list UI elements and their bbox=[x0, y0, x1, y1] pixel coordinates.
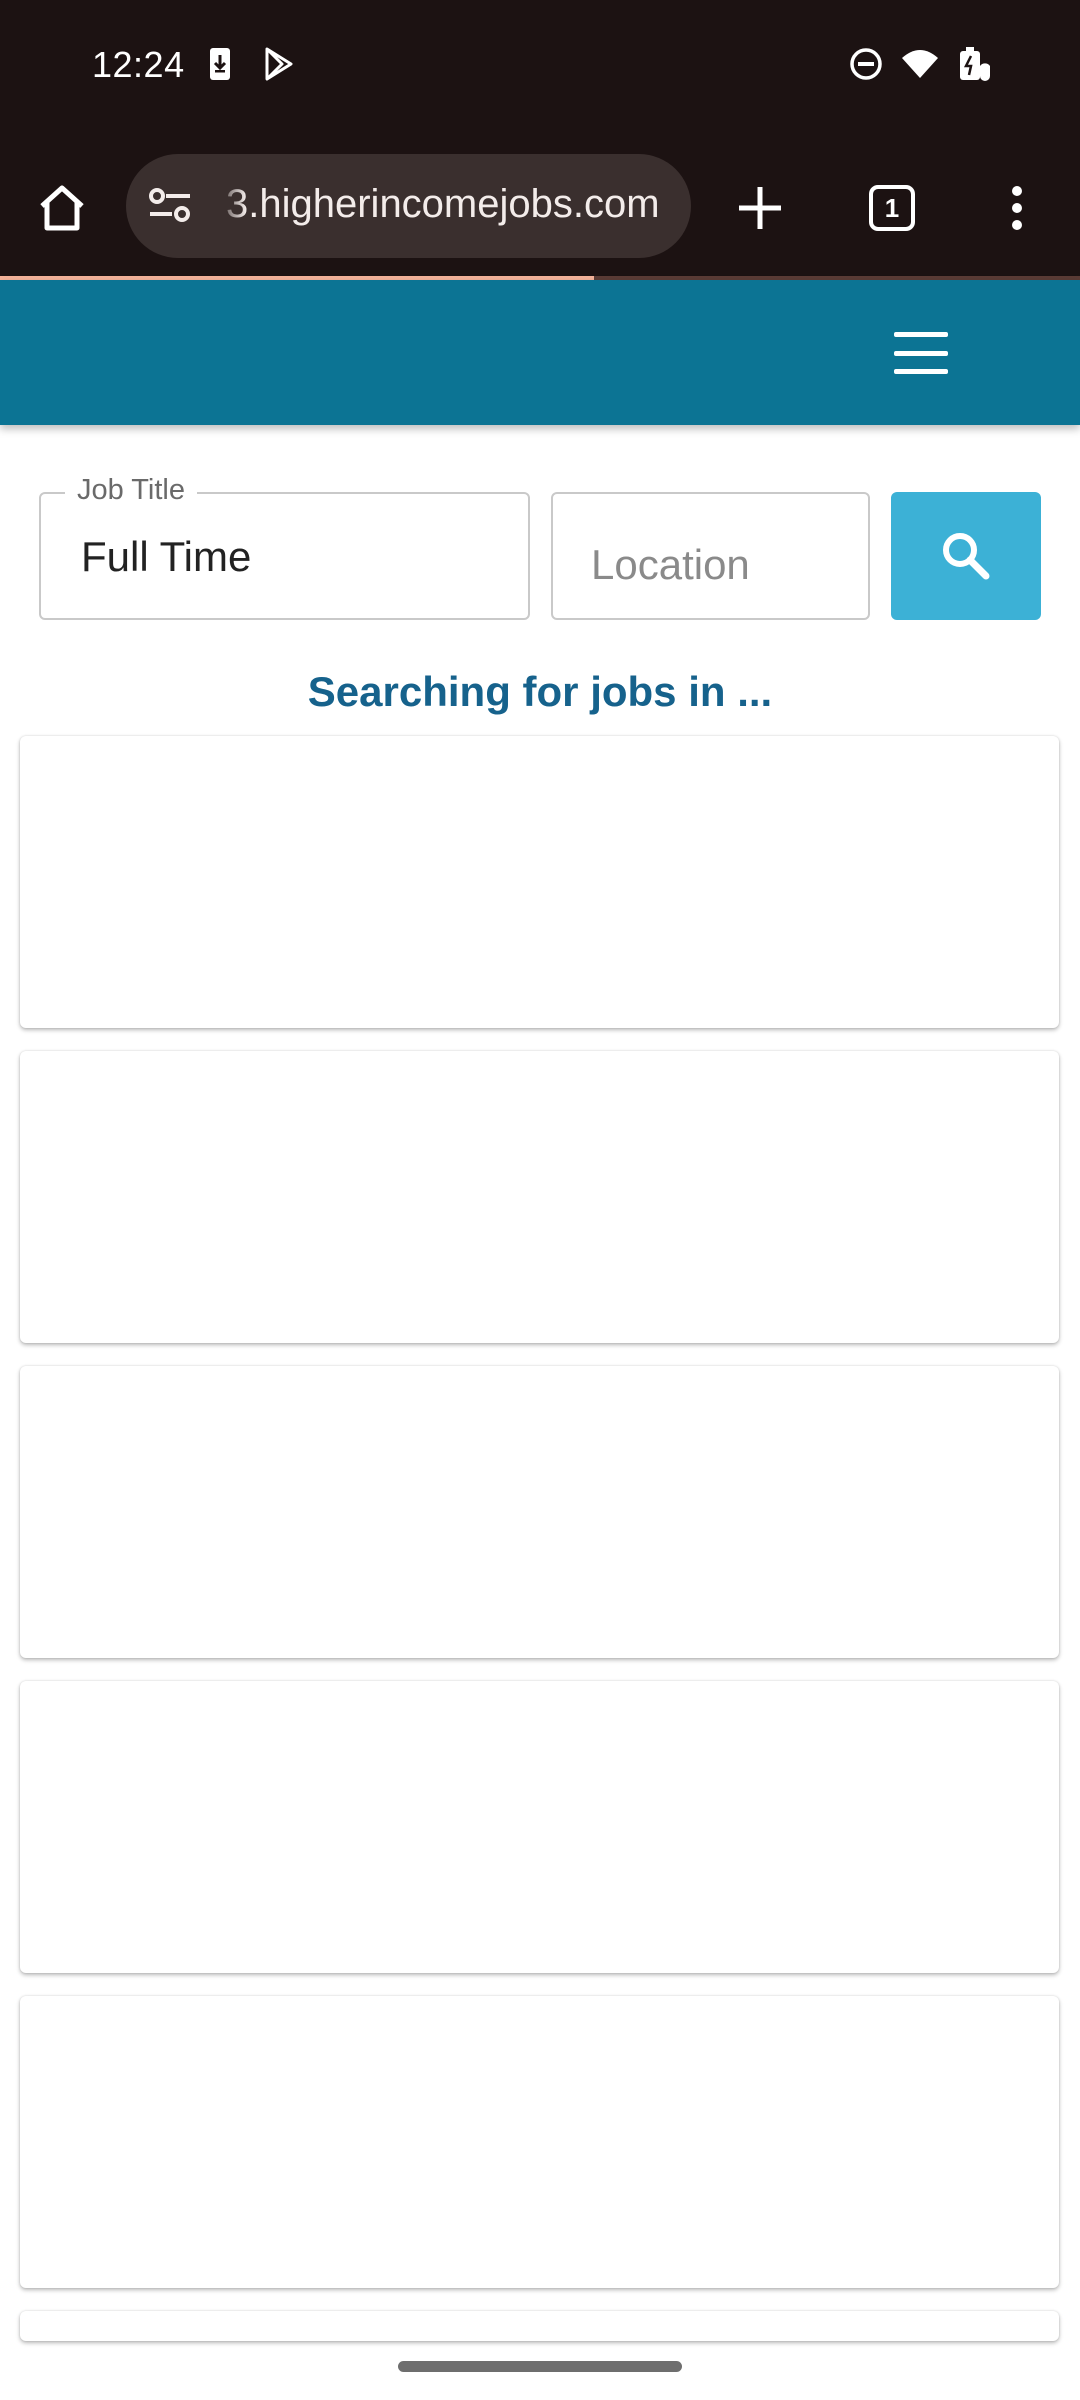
location-field[interactable] bbox=[551, 492, 870, 620]
download-phone-icon bbox=[210, 48, 230, 80]
menu-button[interactable] bbox=[886, 326, 956, 380]
job-title-input[interactable] bbox=[79, 532, 499, 582]
status-bar: 12:24 bbox=[0, 0, 1080, 138]
more-vert-icon bbox=[1012, 186, 1022, 230]
job-result-card[interactable] bbox=[20, 2311, 1059, 2341]
tab-count: 1 bbox=[869, 185, 915, 231]
play-store-icon bbox=[265, 47, 293, 81]
home-icon bbox=[40, 185, 84, 231]
new-tab-button[interactable] bbox=[720, 168, 800, 248]
job-result-card[interactable] bbox=[20, 1366, 1059, 1658]
search-icon bbox=[943, 533, 990, 580]
address-bar[interactable]: 3.higherincomejobs.com bbox=[126, 154, 691, 258]
browser-menu-button[interactable] bbox=[977, 168, 1057, 248]
job-title-field[interactable]: Job Title bbox=[39, 474, 530, 620]
hamburger-line bbox=[894, 332, 948, 337]
home-button[interactable] bbox=[22, 168, 102, 248]
status-time: 12:24 bbox=[92, 44, 185, 85]
job-result-card[interactable] bbox=[20, 736, 1059, 1028]
battery-icon bbox=[960, 47, 990, 81]
search-button[interactable] bbox=[891, 492, 1041, 620]
hamburger-line bbox=[894, 369, 948, 374]
browser-toolbar: 3.higherincomejobs.com 1 bbox=[0, 138, 1080, 278]
plus-icon bbox=[739, 187, 781, 229]
search-status-text: Searching for jobs in ... bbox=[307, 668, 773, 715]
hamburger-line bbox=[894, 350, 948, 356]
tab-switcher-button[interactable]: 1 bbox=[852, 168, 932, 248]
location-input[interactable] bbox=[589, 540, 849, 590]
site-settings-icon[interactable] bbox=[146, 182, 194, 230]
gesture-navigation-bar[interactable] bbox=[398, 2361, 682, 2372]
job-result-card[interactable] bbox=[20, 1051, 1059, 1343]
url-text: 3.higherincomejobs.com bbox=[226, 182, 660, 226]
job-result-card[interactable] bbox=[20, 1681, 1059, 1973]
url-fade bbox=[216, 154, 246, 258]
do-not-disturb-icon bbox=[850, 48, 882, 80]
wifi-icon bbox=[902, 50, 938, 78]
job-result-card[interactable] bbox=[20, 1996, 1059, 2288]
job-title-label: Job Title bbox=[65, 474, 197, 507]
site-header bbox=[0, 280, 1080, 425]
